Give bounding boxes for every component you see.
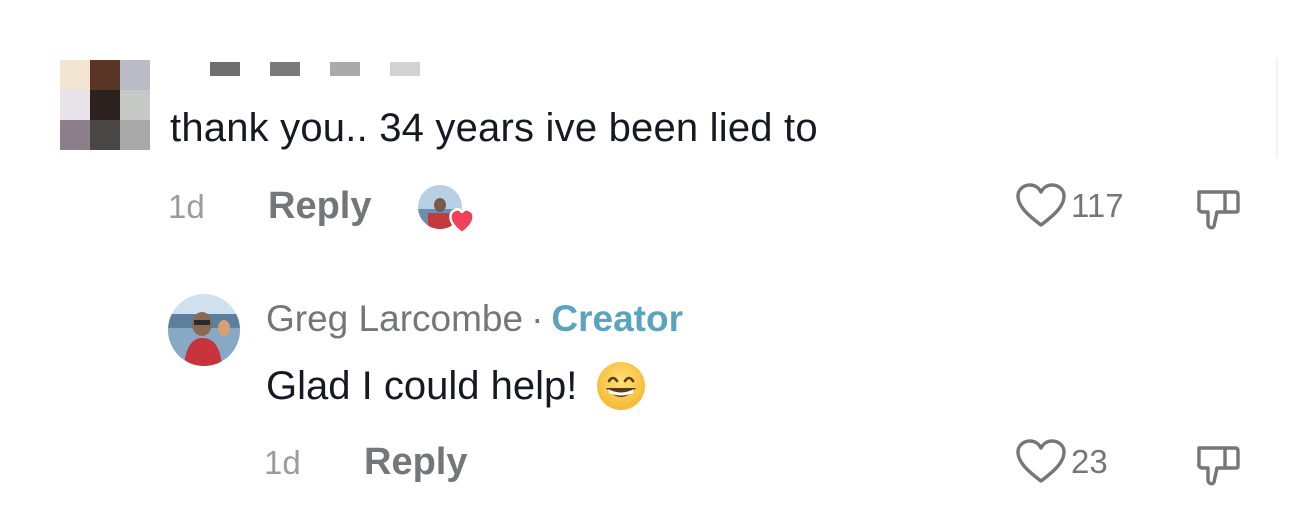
like-button[interactable]: 117 <box>1015 183 1124 229</box>
comment-timestamp: 1d <box>168 188 205 225</box>
reply-like-button[interactable]: 23 <box>1015 439 1108 485</box>
reply-button[interactable]: Reply <box>268 185 371 228</box>
scroll-edge <box>1276 58 1278 158</box>
reply-author-line: Greg Larcombe · Creator <box>266 298 683 340</box>
avatar-pixel <box>120 60 150 90</box>
reply-timestamp: 1d <box>264 444 301 481</box>
comment-text: thank you.. 34 years ive been lied to <box>170 106 818 150</box>
grinning-emoji-icon <box>595 360 647 412</box>
thumbs-down-icon <box>1197 190 1240 230</box>
avatar-pixel <box>90 90 120 120</box>
thumbs-down-icon <box>1197 446 1240 486</box>
reply-author-name[interactable]: Greg Larcombe <box>266 298 523 339</box>
heart-outline-icon <box>1016 439 1066 483</box>
heart-outline-icon <box>1016 183 1066 227</box>
avatar-pixel <box>90 120 120 150</box>
avatar-pixel <box>60 120 90 150</box>
creator-liked-badge <box>418 183 476 235</box>
dislike-button[interactable] <box>1195 186 1241 237</box>
avatar-pixel <box>120 90 150 120</box>
reply-text-line: Glad I could help! <box>266 360 647 412</box>
creator-photo-icon <box>168 294 240 366</box>
commenter-avatar[interactable] <box>60 60 150 150</box>
avatar-pixel <box>120 120 150 150</box>
creator-avatar[interactable] <box>168 294 240 366</box>
separator-dot: · <box>531 298 544 339</box>
avatar-pixel <box>60 60 90 90</box>
avatar-pixel <box>60 90 90 120</box>
reply-text: Glad I could help! <box>266 363 578 408</box>
like-count: 117 <box>1071 187 1124 224</box>
reply-reply-button[interactable]: Reply <box>364 441 467 484</box>
reply-dislike-button[interactable] <box>1195 442 1241 493</box>
commenter-username-redacted[interactable] <box>210 62 430 78</box>
reply-like-count: 23 <box>1071 443 1108 480</box>
creator-avatar-with-heart-icon <box>418 185 475 235</box>
avatar-pixel <box>90 60 120 90</box>
creator-badge: Creator <box>551 298 684 339</box>
